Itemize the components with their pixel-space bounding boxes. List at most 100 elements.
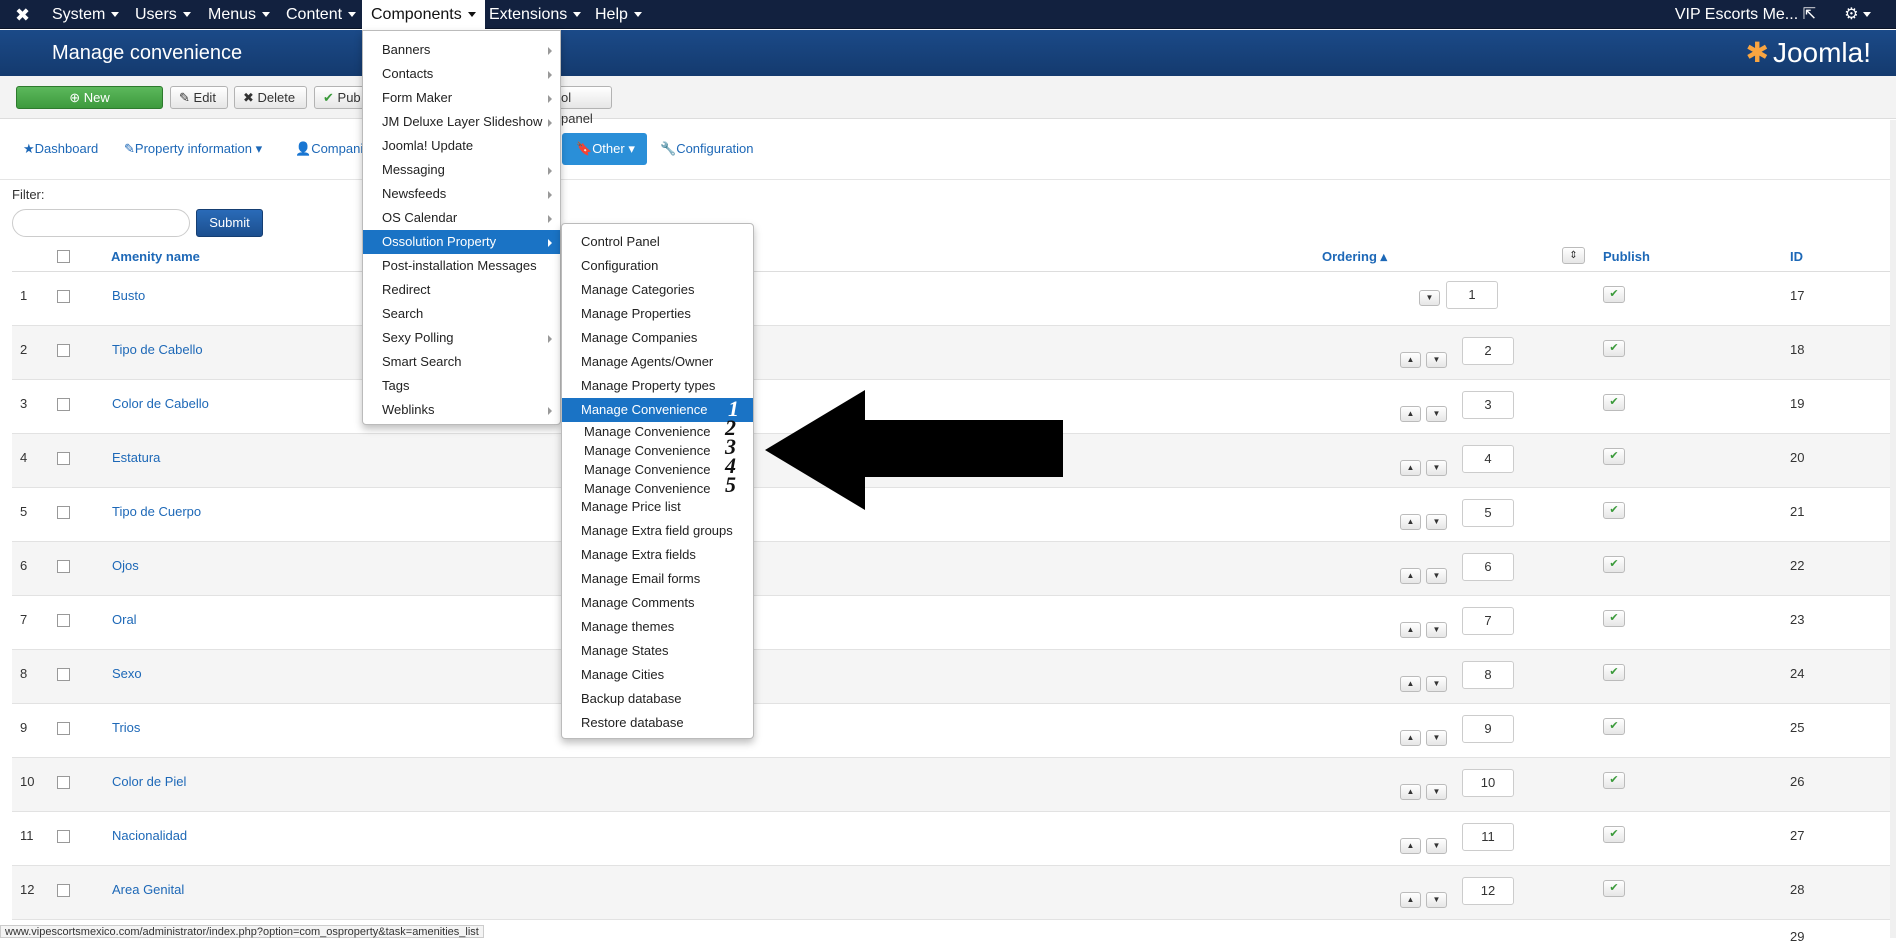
order-up-button[interactable]: ▲: [1400, 622, 1421, 638]
amenity-name-link[interactable]: Trios: [112, 720, 140, 735]
row-checkbox[interactable]: [57, 560, 70, 573]
row-checkbox[interactable]: [57, 884, 70, 897]
order-up-button[interactable]: ▲: [1400, 406, 1421, 422]
order-down-button[interactable]: ▼: [1426, 676, 1447, 692]
submenu-backup-database[interactable]: Backup database: [562, 687, 753, 711]
amenity-name-link[interactable]: Sexo: [112, 666, 142, 681]
row-checkbox[interactable]: [57, 830, 70, 843]
row-checkbox[interactable]: [57, 722, 70, 735]
order-up-button[interactable]: ▲: [1400, 838, 1421, 854]
select-all-checkbox[interactable]: [57, 250, 70, 263]
submenu-manage-states[interactable]: Manage States: [562, 639, 753, 663]
order-up-button[interactable]: ▲: [1400, 352, 1421, 368]
order-down-button[interactable]: ▼: [1426, 568, 1447, 584]
row-checkbox[interactable]: [57, 344, 70, 357]
menu-item-joomla-update[interactable]: Joomla! Update: [363, 134, 560, 158]
submenu-manage-cities[interactable]: Manage Cities: [562, 663, 753, 687]
menu-item-weblinks[interactable]: Weblinks: [363, 398, 560, 422]
order-input[interactable]: 2: [1462, 337, 1514, 365]
published-check-icon[interactable]: ✔: [1603, 664, 1625, 681]
submenu-manage-extra-fields[interactable]: Manage Extra fields: [562, 543, 753, 567]
published-check-icon[interactable]: ✔: [1603, 772, 1625, 789]
order-input[interactable]: 11: [1462, 823, 1514, 851]
nav-components[interactable]: Components: [362, 0, 485, 29]
amenity-name-link[interactable]: Color de Cabello: [112, 396, 209, 411]
amenity-name-link[interactable]: Tipo de Cuerpo: [112, 504, 201, 519]
amenity-name-link[interactable]: Color de Piel: [112, 774, 186, 789]
submenu-manage-email-forms[interactable]: Manage Email forms: [562, 567, 753, 591]
other-dropdown[interactable]: 🔖Other ▾: [562, 133, 647, 165]
delete-button[interactable]: ✖ Delete: [234, 86, 307, 109]
control-panel-button[interactable]: ol panel: [552, 86, 612, 126]
scrollbar-track[interactable]: [1890, 120, 1896, 938]
amenity-name-header[interactable]: Amenity name: [111, 249, 200, 264]
published-check-icon[interactable]: ✔: [1603, 556, 1625, 573]
order-up-button[interactable]: ▲: [1400, 514, 1421, 530]
menu-item-contacts[interactable]: Contacts: [363, 62, 560, 86]
amenity-name-link[interactable]: Area Genital: [112, 882, 184, 897]
row-checkbox[interactable]: [57, 290, 70, 303]
order-input[interactable]: 9: [1462, 715, 1514, 743]
order-input[interactable]: 6: [1462, 553, 1514, 581]
published-check-icon[interactable]: ✔: [1603, 448, 1625, 465]
nav-menus[interactable]: Menus: [208, 0, 271, 29]
row-checkbox[interactable]: [57, 668, 70, 681]
amenity-name-link[interactable]: Estatura: [112, 450, 160, 465]
order-up-button[interactable]: ▲: [1400, 568, 1421, 584]
menu-item-os-calendar[interactable]: OS Calendar: [363, 206, 560, 230]
nav-users[interactable]: Users: [135, 0, 191, 29]
amenity-name-link[interactable]: Busto: [112, 288, 145, 303]
order-down-button[interactable]: ▼: [1426, 406, 1447, 422]
order-input[interactable]: 5: [1462, 499, 1514, 527]
submenu-manage-extra-field-groups[interactable]: Manage Extra field groups: [562, 519, 753, 543]
ordering-header[interactable]: Ordering ▴: [1322, 249, 1387, 265]
submenu-configuration[interactable]: Configuration: [562, 254, 753, 278]
new-button[interactable]: ⊕ New: [16, 86, 163, 109]
menu-item-smart-search[interactable]: Smart Search: [363, 350, 560, 374]
menu-item-post-installation[interactable]: Post-installation Messages: [363, 254, 560, 278]
row-checkbox[interactable]: [57, 614, 70, 627]
property-information-link[interactable]: ✎Property information ▾: [124, 141, 262, 157]
menu-item-form-maker[interactable]: Form Maker: [363, 86, 560, 110]
submenu-manage-comments[interactable]: Manage Comments: [562, 591, 753, 615]
order-down-button[interactable]: ▼: [1419, 290, 1440, 306]
order-down-button[interactable]: ▼: [1426, 514, 1447, 530]
nav-help[interactable]: Help: [595, 0, 642, 29]
dashboard-link[interactable]: ★Dashboard: [23, 141, 98, 157]
nav-content[interactable]: Content: [286, 0, 357, 29]
menu-item-redirect[interactable]: Redirect: [363, 278, 560, 302]
published-check-icon[interactable]: ✔: [1603, 610, 1625, 627]
order-down-button[interactable]: ▼: [1426, 892, 1447, 908]
published-check-icon[interactable]: ✔: [1603, 718, 1625, 735]
published-check-icon[interactable]: ✔: [1603, 826, 1625, 843]
settings-menu[interactable]: ⚙: [1844, 0, 1871, 29]
id-header[interactable]: ID: [1790, 249, 1803, 264]
order-input[interactable]: 10: [1462, 769, 1514, 797]
row-checkbox[interactable]: [57, 506, 70, 519]
order-down-button[interactable]: ▼: [1426, 460, 1447, 476]
amenity-name-link[interactable]: Tipo de Cabello: [112, 342, 203, 357]
submenu-manage-themes[interactable]: Manage themes: [562, 615, 753, 639]
amenity-name-link[interactable]: Ojos: [112, 558, 139, 573]
submenu-manage-agents[interactable]: Manage Agents/Owner: [562, 350, 753, 374]
menu-item-jm-deluxe[interactable]: JM Deluxe Layer Slideshow: [363, 110, 560, 134]
order-down-button[interactable]: ▼: [1426, 784, 1447, 800]
published-check-icon[interactable]: ✔: [1603, 286, 1625, 303]
order-down-button[interactable]: ▼: [1426, 838, 1447, 854]
nav-system[interactable]: System: [52, 0, 120, 29]
order-input[interactable]: 12: [1462, 877, 1514, 905]
order-down-button[interactable]: ▼: [1426, 352, 1447, 368]
order-input[interactable]: 7: [1462, 607, 1514, 635]
submenu-manage-categories[interactable]: Manage Categories: [562, 278, 753, 302]
submenu-control-panel[interactable]: Control Panel: [562, 230, 753, 254]
menu-item-banners[interactable]: Banners: [363, 38, 560, 62]
submenu-restore-database[interactable]: Restore database: [562, 711, 753, 735]
joomla-logo-icon[interactable]: ✖: [15, 5, 35, 25]
submenu-manage-companies[interactable]: Manage Companies: [562, 326, 753, 350]
menu-item-newsfeeds[interactable]: Newsfeeds: [363, 182, 560, 206]
row-checkbox[interactable]: [57, 452, 70, 465]
amenity-name-link[interactable]: Oral: [112, 612, 137, 627]
published-check-icon[interactable]: ✔: [1603, 880, 1625, 897]
publish-header[interactable]: Publish: [1603, 249, 1650, 264]
filter-input[interactable]: [12, 209, 190, 237]
